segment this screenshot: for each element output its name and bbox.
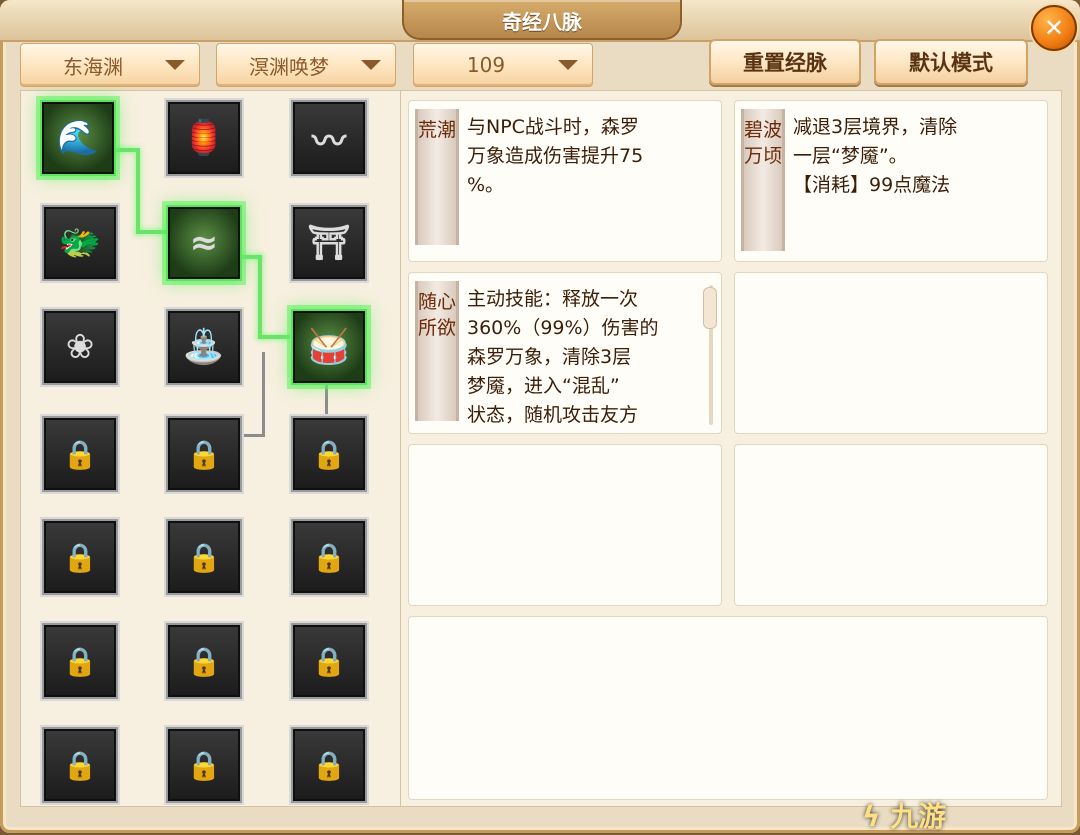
lock-chain-icon: 🔒 bbox=[311, 644, 347, 678]
empty-skill-card bbox=[734, 272, 1048, 434]
skill-slot[interactable]: 🐲 bbox=[42, 205, 118, 281]
locked-skill-slot[interactable]: 🔒 bbox=[42, 623, 118, 699]
drum-strike-icon: 🥁 bbox=[307, 327, 351, 367]
lock-chain-icon: 🔒 bbox=[62, 644, 98, 678]
lock-chain-icon: 🔒 bbox=[62, 437, 98, 471]
scrollbar-thumb[interactable] bbox=[703, 287, 717, 329]
skill-slot[interactable]: ≈ bbox=[166, 205, 242, 281]
lock-chain-icon: 🔒 bbox=[311, 540, 347, 574]
skill-name-tag: 碧波万顷 bbox=[741, 109, 785, 251]
title-tab: 奇经八脉 bbox=[402, 0, 682, 40]
empty-skill-card bbox=[734, 444, 1048, 606]
locked-skill-slot[interactable]: 🔒 bbox=[291, 623, 367, 699]
skill-name-tag: 随心所欲 bbox=[415, 281, 459, 421]
locked-skill-slot[interactable]: 🔒 bbox=[166, 623, 242, 699]
skill-description: 主动技能：释放一次 360%（99%）伤害的 森罗万象，清除3层 梦魇，进入“混… bbox=[467, 288, 659, 426]
active-connector bbox=[258, 335, 290, 339]
close-button[interactable]: ✕ bbox=[1031, 5, 1077, 51]
locked-connector bbox=[239, 434, 265, 437]
lock-chain-icon: 🔒 bbox=[186, 748, 222, 782]
lock-chain-icon: 🔒 bbox=[186, 644, 222, 678]
lock-chain-icon: 🔒 bbox=[186, 437, 222, 471]
active-connector bbox=[136, 148, 140, 234]
chevron-down-icon bbox=[361, 60, 381, 70]
lock-chain-icon: 🔒 bbox=[311, 437, 347, 471]
locked-skill-slot[interactable]: 🔒 bbox=[166, 519, 242, 595]
reset-meridian-button[interactable]: 重置经脉 bbox=[709, 39, 861, 85]
chevron-down-icon bbox=[165, 60, 185, 70]
locked-skill-slot[interactable]: 🔒 bbox=[291, 519, 367, 595]
empty-skill-card bbox=[408, 444, 722, 606]
skill-slot[interactable]: 〰 bbox=[291, 100, 367, 176]
empty-skill-card bbox=[408, 616, 1048, 800]
skill-slot[interactable]: 🥁 bbox=[291, 309, 367, 385]
lotus-icon: ❀ bbox=[65, 327, 95, 367]
roaring-beast-icon: 🐲 bbox=[58, 223, 102, 263]
locked-skill-slot[interactable]: 🔒 bbox=[166, 727, 242, 803]
school-dropdown-value: 东海渊 bbox=[63, 54, 123, 79]
watermark-text: 九游 bbox=[890, 800, 947, 833]
skill-slot[interactable]: 🌊 bbox=[40, 100, 116, 176]
lock-chain-icon: 🔒 bbox=[62, 748, 98, 782]
skill-card: 碧波万顷 减退3层境界，清除 一层“梦魇”。 【消耗】99点魔法 bbox=[734, 100, 1048, 262]
locked-skill-slot[interactable]: 🔒 bbox=[291, 416, 367, 492]
lock-chain-icon: 🔒 bbox=[62, 540, 98, 574]
meridian-panel: 奇经八脉 ✕ 东海渊 溟渊唤梦 109 重置经脉 默认模式 🌊 🏮 〰 🐲 ≈ … bbox=[0, 0, 1080, 833]
waterfall-gate-icon: ⛲ bbox=[182, 327, 226, 367]
active-connector bbox=[258, 255, 262, 339]
level-dropdown-value: 109 bbox=[466, 53, 506, 77]
lantern-figure-icon: 🏮 bbox=[182, 118, 226, 158]
level-dropdown[interactable]: 109 bbox=[413, 43, 593, 87]
lock-chain-icon: 🔒 bbox=[311, 748, 347, 782]
tide-wave-icon: ≈ bbox=[189, 223, 219, 263]
skill-description: 与NPC战斗时，森罗 万象造成伤害提升75 %。 bbox=[467, 116, 644, 196]
locked-skill-slot[interactable]: 🔒 bbox=[42, 416, 118, 492]
locked-skill-slot[interactable]: 🔒 bbox=[291, 727, 367, 803]
school-dropdown[interactable]: 东海渊 bbox=[20, 43, 200, 87]
skill-card: 荒潮 与NPC战斗时，森罗 万象造成伤害提升75 %。 bbox=[408, 100, 722, 262]
skill-slot[interactable]: ⛩ bbox=[291, 205, 367, 281]
skill-description: 减退3层境界，清除 一层“梦魇”。 【消耗】99点魔法 bbox=[793, 116, 958, 196]
locked-skill-slot[interactable]: 🔒 bbox=[42, 727, 118, 803]
skill-card: 随心所欲 主动技能：释放一次 360%（99%）伤害的 森罗万象，清除3层 梦魇… bbox=[408, 272, 722, 434]
skill-slot[interactable]: 🏮 bbox=[166, 100, 242, 176]
locked-skill-slot[interactable]: 🔒 bbox=[42, 519, 118, 595]
skill-name-tag: 荒潮 bbox=[415, 109, 459, 245]
skill-slot[interactable]: ❀ bbox=[42, 309, 118, 385]
lock-chain-icon: 🔒 bbox=[186, 540, 222, 574]
skill-slot[interactable]: ⛲ bbox=[166, 309, 242, 385]
path-dropdown-value: 溟渊唤梦 bbox=[249, 54, 329, 79]
wave-spirit-icon: 🌊 bbox=[56, 118, 100, 158]
locked-connector bbox=[325, 382, 328, 416]
watermark-logo-icon: ϟ bbox=[862, 800, 881, 833]
locked-connector bbox=[262, 352, 265, 437]
locked-skill-slot[interactable]: 🔒 bbox=[166, 416, 242, 492]
window-title: 奇经八脉 bbox=[502, 10, 582, 34]
chevron-down-icon bbox=[558, 60, 578, 70]
river-path-icon: 〰 bbox=[312, 121, 346, 162]
path-dropdown[interactable]: 溟渊唤梦 bbox=[216, 43, 396, 87]
watermark: ϟ 九游 bbox=[862, 795, 946, 835]
sea-temple-icon: ⛩ bbox=[307, 223, 351, 263]
default-mode-button[interactable]: 默认模式 bbox=[874, 39, 1028, 85]
active-connector bbox=[136, 230, 166, 234]
